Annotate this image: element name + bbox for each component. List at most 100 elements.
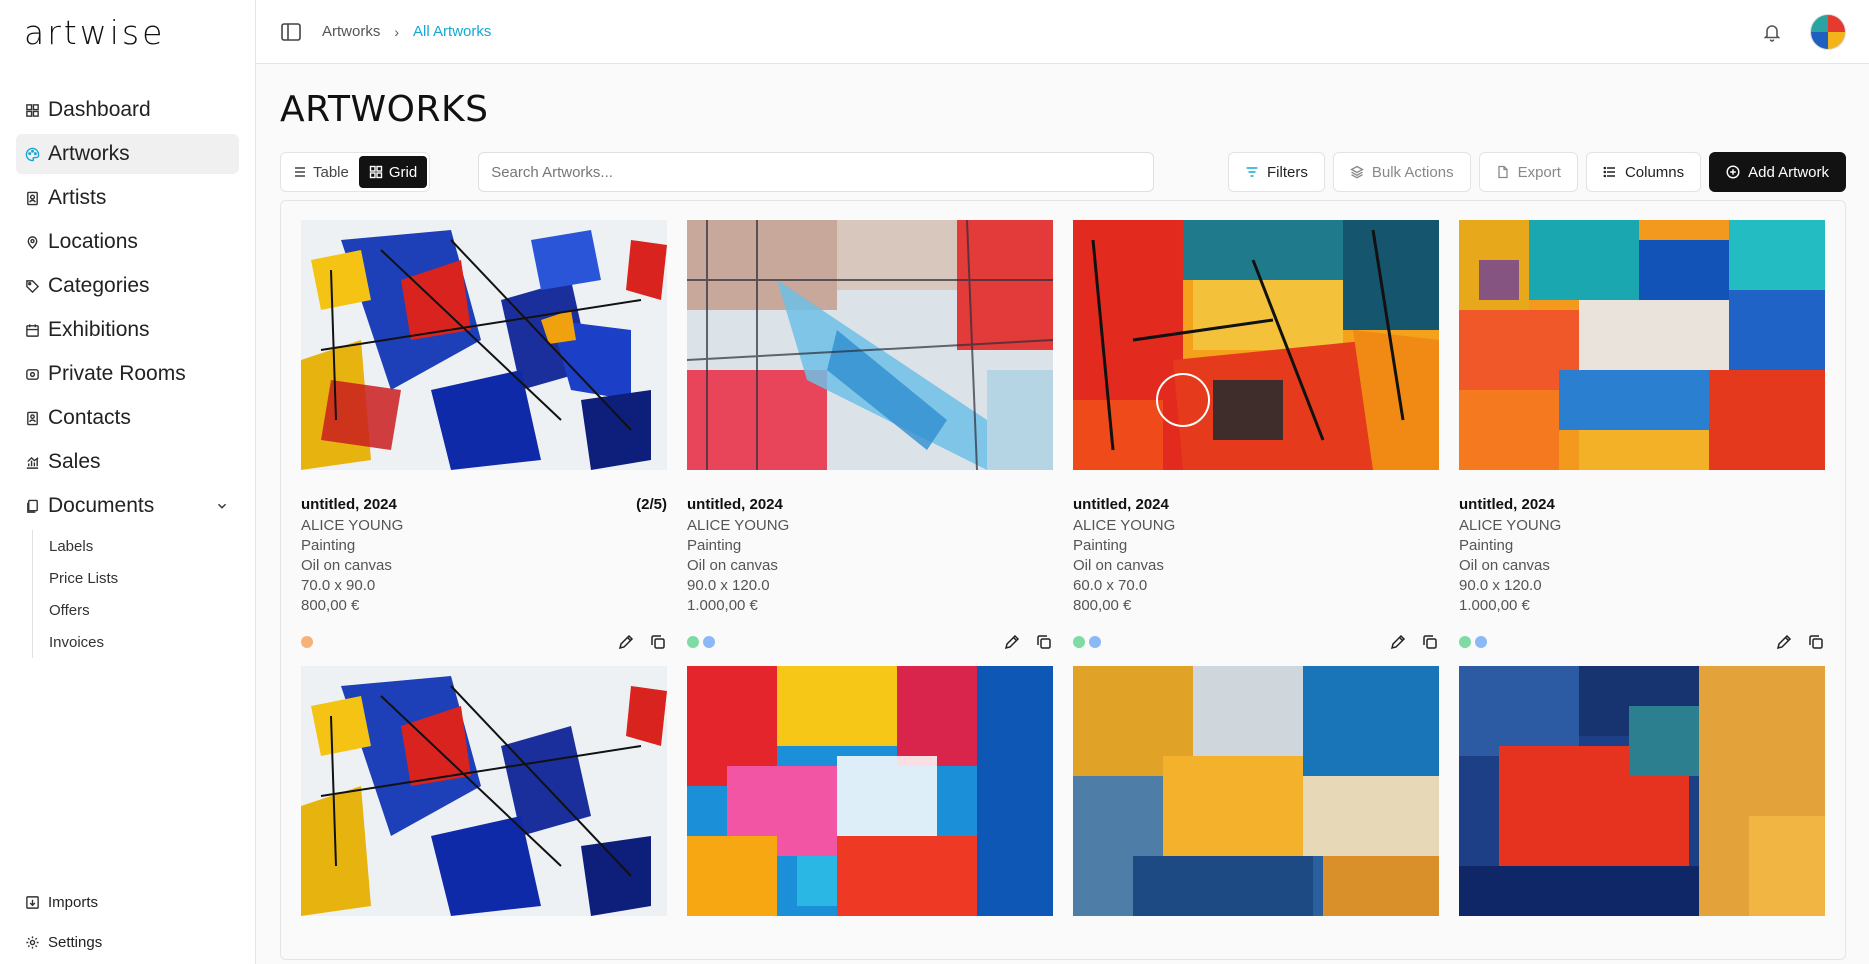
sidebar-item-sales[interactable]: Sales (16, 442, 239, 482)
toolbar-actions: Filters Bulk Actions Export Columns Add … (1228, 152, 1846, 192)
calendar-icon (24, 322, 40, 338)
artwork-title: untitled, 2024 (1073, 496, 1169, 513)
grid-view-label: Grid (388, 163, 418, 181)
edit-icon[interactable] (617, 633, 635, 651)
artwork-artist: ALICE YOUNG (1073, 517, 1176, 534)
sidebar-item-categories[interactable]: Categories (16, 266, 239, 306)
artwork-card[interactable] (1459, 666, 1825, 916)
status-dot (703, 636, 715, 648)
columns-button[interactable]: Columns (1585, 152, 1702, 192)
breadcrumb-artworks[interactable]: Artworks (322, 23, 380, 40)
topbar-actions (1762, 13, 1846, 50)
artwork-info: untitled, 2024 (2/5) ALICE YOUNG Paintin… (301, 470, 667, 650)
artwork-artist: ALICE YOUNG (687, 517, 790, 534)
artworks-grid: untitled, 2024 (2/5) ALICE YOUNG Paintin… (301, 220, 1825, 916)
grid-view-button[interactable]: Grid (358, 156, 428, 188)
gear-icon (24, 934, 40, 950)
card-actions (1389, 633, 1439, 651)
card-footer (1073, 632, 1439, 652)
toolbar: Table Grid Filters Bulk Actions (280, 152, 1846, 192)
artwork-info: untitled, 2024 ALICE YOUNG Painting Oil … (1073, 470, 1439, 650)
artwork-image[interactable] (1459, 666, 1825, 916)
duplicate-icon[interactable] (649, 633, 667, 651)
import-icon (24, 894, 40, 910)
sidebar-subitem-labels[interactable]: Labels (49, 530, 239, 562)
list-icon (295, 167, 305, 177)
artwork-image[interactable] (1459, 220, 1825, 470)
bulk-actions-button[interactable]: Bulk Actions (1332, 152, 1471, 192)
chart-icon (24, 454, 40, 470)
avatar[interactable] (1810, 13, 1846, 50)
duplicate-icon[interactable] (1421, 633, 1439, 651)
artwork-card[interactable] (687, 666, 1053, 916)
edit-icon[interactable] (1003, 633, 1021, 651)
sidebar-item-dashboard[interactable]: Dashboard (16, 90, 239, 130)
artwork-image[interactable] (687, 666, 1053, 916)
search-input[interactable] (478, 152, 1155, 192)
artwork-image[interactable] (1073, 220, 1439, 470)
table-view-button[interactable]: Table (283, 156, 359, 188)
sidebar-nav: Dashboard Artworks Artists Locations Cat… (0, 64, 255, 658)
main-area: Artworks › All Artworks ARTWORKS Table G… (256, 0, 1869, 964)
sidebar-item-exhibitions[interactable]: Exhibitions (16, 310, 239, 350)
filter-icon (1246, 167, 1258, 177)
artwork-size: 90.0 x 120.0 (687, 577, 770, 594)
status-dot (1459, 636, 1471, 648)
status-dot (301, 636, 313, 648)
artwork-image[interactable] (301, 220, 667, 470)
sidebar-item-label: Sales (48, 450, 101, 473)
artist-icon (24, 190, 40, 206)
sidebar-item-artists[interactable]: Artists (16, 178, 239, 218)
sidebar-item-contacts[interactable]: Contacts (16, 398, 239, 438)
edition-badge: (2/5) (636, 496, 667, 513)
add-artwork-button[interactable]: Add Artwork (1709, 152, 1846, 192)
view-toggle: Table Grid (280, 152, 431, 192)
card-footer (301, 632, 667, 652)
contact-icon (24, 410, 40, 426)
duplicate-icon[interactable] (1807, 633, 1825, 651)
artwork-category: Painting (1073, 537, 1128, 554)
artwork-image[interactable] (301, 666, 667, 916)
sidebar-item-settings[interactable]: Settings (16, 924, 239, 960)
sidebar-item-artworks[interactable]: Artworks (16, 134, 239, 174)
topbar: Artworks › All Artworks (256, 0, 1869, 64)
sidebar-item-documents[interactable]: Documents (16, 486, 239, 526)
artwork-artist: ALICE YOUNG (301, 517, 404, 534)
artwork-image[interactable] (1073, 666, 1439, 916)
filters-button[interactable]: Filters (1228, 152, 1325, 192)
artwork-info: untitled, 2024 ALICE YOUNG Painting Oil … (1459, 470, 1825, 650)
artwork-card[interactable] (301, 666, 667, 916)
app-logo[interactable]: artwise (0, 0, 255, 64)
sidebar-item-private-rooms[interactable]: Private Rooms (16, 354, 239, 394)
artwork-card[interactable]: untitled, 2024 (2/5) ALICE YOUNG Paintin… (301, 220, 667, 650)
artwork-card[interactable]: untitled, 2024 ALICE YOUNG Painting Oil … (1459, 220, 1825, 650)
artwork-size: 90.0 x 120.0 (1459, 577, 1542, 594)
artwork-title: untitled, 2024 (1459, 496, 1555, 513)
artwork-card[interactable] (1073, 666, 1439, 916)
export-button[interactable]: Export (1478, 152, 1578, 192)
edit-icon[interactable] (1775, 633, 1793, 651)
chevron-down-icon[interactable] (215, 499, 229, 513)
bell-icon[interactable] (1762, 22, 1782, 42)
edit-icon[interactable] (1389, 633, 1407, 651)
sidebar-subitem-offers[interactable]: Offers (49, 594, 239, 626)
sidebar-item-label: Artworks (48, 142, 130, 165)
breadcrumb-all-artworks[interactable]: All Artworks (413, 23, 491, 40)
artworks-grid-container: untitled, 2024 (2/5) ALICE YOUNG Paintin… (280, 200, 1846, 960)
sidebar-item-label: Locations (48, 230, 138, 253)
artwork-category: Painting (687, 537, 742, 554)
artwork-image[interactable] (687, 220, 1053, 470)
artwork-card[interactable]: untitled, 2024 ALICE YOUNG Painting Oil … (1073, 220, 1439, 650)
duplicate-icon[interactable] (1035, 633, 1053, 651)
artwork-medium: Oil on canvas (1459, 557, 1550, 574)
sidebar-subitem-invoices[interactable]: Invoices (49, 626, 239, 658)
artwork-medium: Oil on canvas (687, 557, 778, 574)
sidebar-toggle-icon[interactable] (280, 21, 302, 43)
file-icon (1497, 165, 1508, 179)
sidebar-item-locations[interactable]: Locations (16, 222, 239, 262)
sidebar-item-label: Artists (48, 186, 107, 209)
artwork-card[interactable]: untitled, 2024 ALICE YOUNG Painting Oil … (687, 220, 1053, 650)
sidebar-item-imports[interactable]: Imports (16, 884, 239, 920)
sidebar-subitem-price-lists[interactable]: Price Lists (49, 562, 239, 594)
status-dot (1073, 636, 1085, 648)
